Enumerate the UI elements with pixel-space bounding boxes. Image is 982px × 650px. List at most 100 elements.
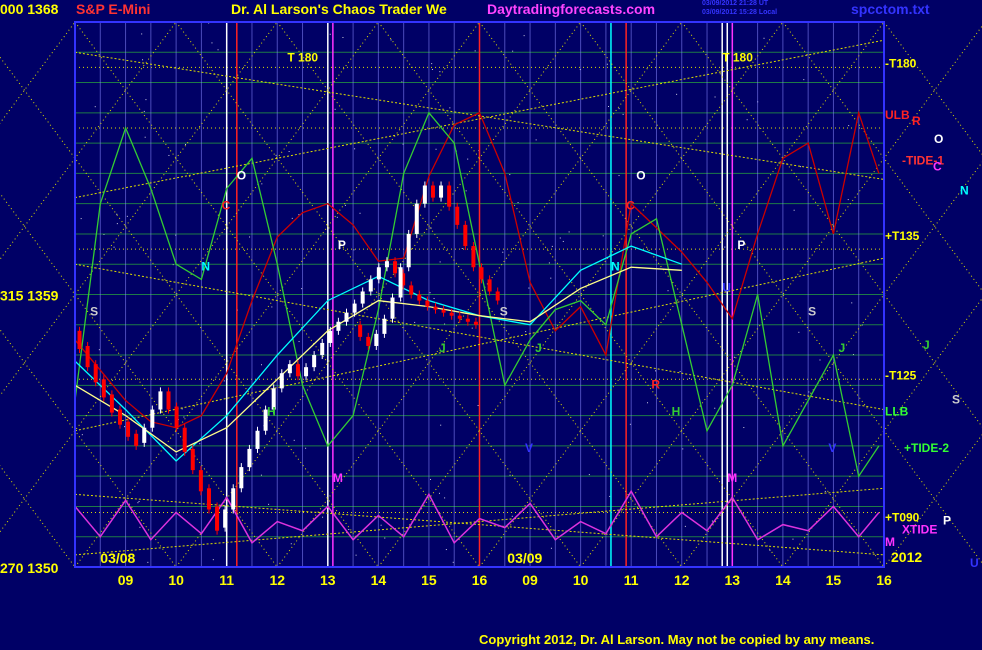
x-tick-label: 11: [624, 572, 639, 588]
price-bar: [465, 318, 470, 322]
instrument-title: S&P E-Mini: [76, 1, 151, 17]
price-bar: [390, 297, 395, 319]
star: [183, 416, 185, 418]
star: [414, 321, 416, 323]
series-line-tide1: [74, 110, 880, 429]
price-bar: [247, 448, 252, 468]
star: [116, 213, 118, 215]
right-label: +TIDE-2: [904, 441, 949, 455]
star: [502, 251, 504, 253]
star: [798, 331, 800, 333]
price-bar: [384, 261, 389, 268]
x-tick-label: 09: [522, 572, 538, 588]
right-label: O: [934, 132, 943, 146]
star: [217, 49, 219, 51]
right-label: -T125: [885, 368, 917, 382]
star: [359, 212, 361, 214]
x-tick-label: 13: [320, 572, 336, 588]
star: [792, 538, 794, 540]
star: [384, 537, 386, 539]
price-bar: [430, 185, 435, 198]
star: [113, 246, 115, 248]
price-bar: [439, 185, 444, 198]
x-tick-label: 12: [674, 572, 690, 588]
star: [535, 139, 537, 141]
cycle-label: N: [201, 259, 210, 273]
star: [688, 377, 690, 379]
star: [511, 515, 513, 517]
price-bar: [287, 364, 292, 374]
star: [390, 39, 392, 41]
timestamp-ut: 03/09/2012 21:28 UT: [702, 0, 769, 7]
star: [819, 359, 821, 361]
price-bar: [255, 430, 260, 449]
right-label: LLB: [885, 405, 909, 419]
star: [523, 35, 525, 37]
price-bar: [487, 279, 492, 292]
star: [824, 490, 826, 492]
price-bar: [231, 488, 236, 510]
star: [618, 108, 620, 110]
star: [684, 525, 686, 527]
price-bar: [393, 261, 398, 274]
star: [80, 218, 82, 220]
price-bar: [441, 309, 446, 313]
star: [268, 503, 270, 505]
price-bar: [174, 406, 179, 428]
price-bar: [358, 324, 363, 337]
star: [733, 356, 735, 358]
star: [271, 306, 273, 308]
price-bar: [471, 246, 476, 268]
star: [667, 290, 669, 292]
star: [293, 439, 295, 441]
star: [329, 33, 331, 35]
star: [336, 216, 338, 218]
price-bar: [328, 330, 333, 343]
star: [98, 349, 100, 351]
data-file-name: spcctom.txt: [851, 1, 930, 17]
star: [471, 327, 473, 329]
star: [682, 448, 684, 450]
star: [449, 107, 451, 109]
price-bar: [473, 321, 478, 325]
price-bar: [360, 291, 365, 304]
star: [550, 547, 552, 549]
price-bar: [457, 315, 462, 319]
star: [746, 119, 748, 121]
star: [467, 158, 469, 160]
price-bar: [398, 267, 403, 298]
star: [800, 166, 802, 168]
star: [803, 79, 805, 81]
star: [181, 408, 183, 410]
cycle-label: J: [439, 341, 446, 355]
star: [185, 144, 187, 146]
price-bar: [117, 409, 122, 425]
star: [430, 478, 432, 480]
price-bar: [409, 285, 414, 295]
price-bar: [150, 409, 155, 428]
x-tick-label: 16: [876, 572, 892, 588]
star: [793, 209, 795, 211]
star: [348, 529, 350, 531]
x-tick-label: 10: [168, 572, 184, 588]
price-bar: [336, 321, 341, 331]
price-bar: [279, 373, 284, 389]
x-tick-label: 09: [118, 572, 134, 588]
star: [211, 42, 213, 44]
star: [435, 148, 437, 150]
price-bar: [374, 333, 379, 346]
price-bar: [433, 306, 438, 310]
cycle-label: R: [651, 377, 660, 391]
x-tick-label: 11: [219, 572, 234, 588]
star: [126, 215, 128, 217]
x-tick-label: 14: [775, 572, 791, 588]
price-bar: [368, 279, 373, 292]
price-bar: [366, 336, 371, 346]
x-tick-label: 14: [371, 572, 387, 588]
price-bar: [447, 185, 452, 207]
star: [139, 526, 141, 528]
star: [440, 424, 442, 426]
website-link[interactable]: Daytradingforecasts.com: [487, 1, 655, 17]
star: [261, 183, 263, 185]
star: [465, 190, 467, 192]
